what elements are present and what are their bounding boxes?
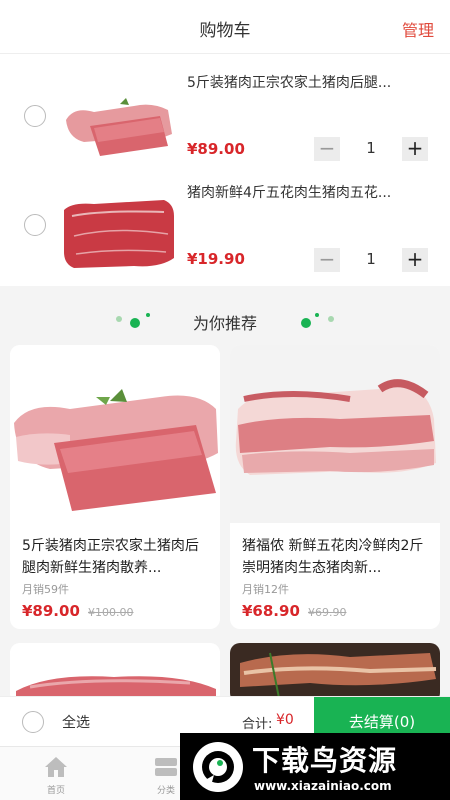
quantity-value[interactable]: 1 bbox=[340, 139, 402, 157]
quantity-value[interactable]: 1 bbox=[340, 250, 402, 268]
home-icon bbox=[45, 757, 67, 777]
decor-dot bbox=[301, 318, 311, 328]
product-sales: 月销12件 bbox=[242, 583, 289, 596]
cart-item-price: ¥89.00 bbox=[187, 140, 245, 158]
cart-list: 5斤装猪肉正宗农家土猪肉后腿... ¥89.00 − 1 + 猪肉新鲜4斤五花肉… bbox=[0, 54, 450, 286]
product-name: 5斤装猪肉正宗农家土猪肉后腿肉新鲜生猪肉散养... bbox=[22, 538, 199, 576]
product-image[interactable] bbox=[10, 345, 220, 523]
recommend-title: 为你推荐 bbox=[192, 314, 257, 333]
header: 购物车 管理 bbox=[0, 0, 450, 54]
product-image[interactable] bbox=[230, 345, 440, 523]
increase-button[interactable]: + bbox=[402, 137, 428, 161]
product-sales: 月销59件 bbox=[22, 583, 69, 596]
product-thumbnail[interactable] bbox=[64, 76, 174, 162]
product-card[interactable]: 猪福侬 新鲜五花肉冷鲜肉2斤崇明猪肉生态猪肉新... 月销12件 ¥68.90 … bbox=[230, 345, 440, 629]
product-thumbnail[interactable] bbox=[64, 186, 174, 272]
total-value: ¥0 bbox=[276, 712, 294, 728]
item-select-radio[interactable] bbox=[24, 214, 46, 236]
cart-item-name: 猪肉新鲜4斤五花肉生猪肉五花... bbox=[187, 185, 392, 201]
decor-dot bbox=[315, 313, 319, 317]
total-label: 合计: bbox=[242, 717, 273, 732]
product-card[interactable] bbox=[230, 643, 440, 703]
cart-item: 5斤装猪肉正宗农家土猪肉后腿... ¥89.00 − 1 + bbox=[0, 54, 450, 170]
product-image[interactable] bbox=[230, 643, 440, 703]
quantity-stepper: − 1 + bbox=[314, 137, 428, 161]
product-name: 猪福侬 新鲜五花肉冷鲜肉2斤崇明猪肉生态猪肉新... bbox=[242, 538, 424, 576]
watermark-title: 下载鸟资源 bbox=[252, 744, 398, 777]
decor-dot bbox=[328, 316, 334, 322]
bird-logo-icon bbox=[193, 742, 243, 792]
watermark-url: www.xiazainiao.com bbox=[254, 779, 392, 793]
watermark: 下载鸟资源 www.xiazainiao.com bbox=[180, 733, 450, 800]
product-original-price: ¥69.90 bbox=[308, 606, 347, 619]
product-card[interactable] bbox=[10, 643, 220, 703]
decrease-button[interactable]: − bbox=[314, 248, 340, 272]
product-image[interactable] bbox=[10, 643, 220, 703]
product-card[interactable]: 5斤装猪肉正宗农家土猪肉后腿肉新鲜生猪肉散养... 月销59件 ¥89.00 ¥… bbox=[10, 345, 220, 629]
page-title: 购物车 bbox=[199, 21, 251, 41]
cart-item-name: 5斤装猪肉正宗农家土猪肉后腿... bbox=[187, 75, 392, 91]
item-select-radio[interactable] bbox=[24, 105, 46, 127]
manage-button[interactable]: 管理 bbox=[402, 17, 434, 41]
select-all-radio[interactable] bbox=[22, 711, 44, 733]
select-all-label[interactable]: 全选 bbox=[62, 712, 90, 732]
cart-item: 猪肉新鲜4斤五花肉生猪肉五花... ¥19.90 − 1 + bbox=[0, 170, 450, 286]
increase-button[interactable]: + bbox=[402, 248, 428, 272]
product-original-price: ¥100.00 bbox=[88, 606, 134, 619]
quantity-stepper: − 1 + bbox=[314, 248, 428, 272]
category-icon bbox=[155, 758, 177, 776]
product-price: ¥68.90 bbox=[242, 602, 300, 620]
product-price: ¥89.00 bbox=[22, 602, 80, 620]
recommend-header: 为你推荐 bbox=[0, 306, 450, 334]
tab-home[interactable]: 首页 bbox=[26, 747, 86, 800]
decrease-button[interactable]: − bbox=[314, 137, 340, 161]
cart-item-price: ¥19.90 bbox=[187, 250, 245, 268]
tab-label: 首页 bbox=[46, 786, 65, 796]
